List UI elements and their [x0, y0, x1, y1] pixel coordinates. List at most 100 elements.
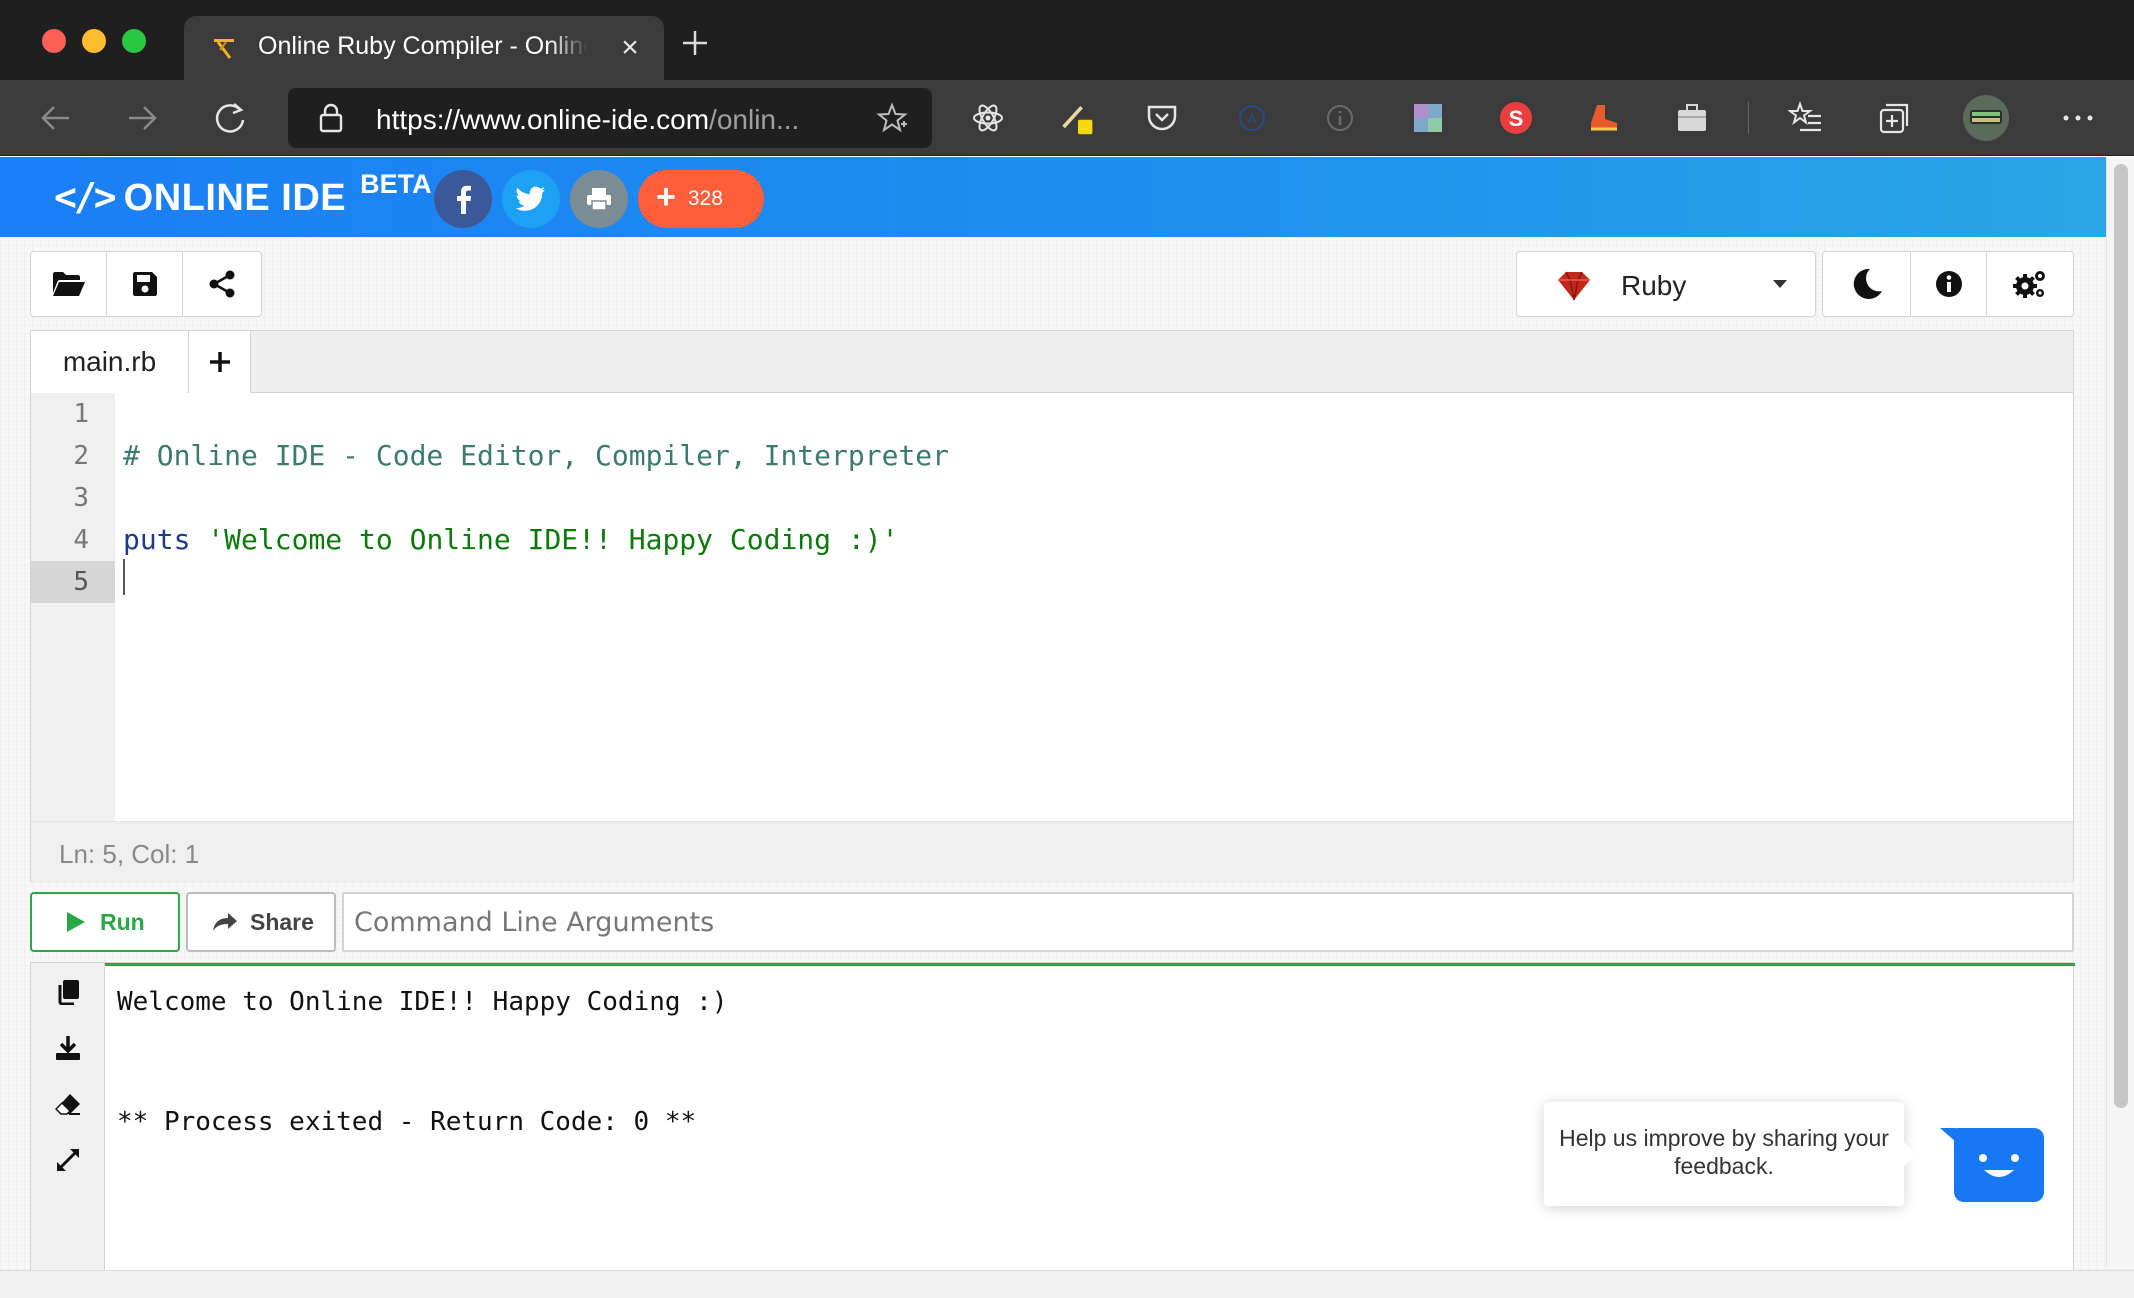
cursor-position: Ln: 5, Col: 1	[59, 839, 200, 869]
code-line-puts[interactable]: puts 'Welcome to Online IDE!! Happy Codi…	[123, 519, 898, 561]
url-text: https://www.online-ide.com/onlin...	[376, 104, 800, 135]
code-keyword: puts	[123, 523, 191, 556]
back-icon[interactable]	[38, 100, 74, 136]
share-icon	[209, 270, 235, 298]
print-icon	[587, 188, 611, 211]
browser-tab-bar: Online Ruby Compiler - Online IDE ×	[0, 0, 2134, 80]
feedback-tooltip[interactable]: Help us improve by sharing your feedback…	[1544, 1102, 1916, 1206]
beta-badge: BETA	[360, 169, 432, 199]
more-options-icon[interactable]	[2060, 100, 2096, 136]
smiley-icon	[1979, 1154, 2019, 1177]
logo-text: ONLINE IDE	[123, 177, 347, 219]
settings-button[interactable]	[1987, 252, 2073, 316]
output-toolbar	[31, 963, 105, 1271]
collections-icon[interactable]	[1876, 100, 1912, 136]
feedback-bot-button[interactable]	[1954, 1128, 2044, 1202]
save-icon	[132, 272, 157, 296]
language-select[interactable]: Ruby	[1516, 251, 1816, 317]
new-tab-icon[interactable]	[680, 28, 710, 58]
run-button-label: Run	[100, 908, 145, 935]
svg-text:S: S	[1509, 106, 1524, 131]
info-icon	[1935, 271, 1962, 297]
share-code-button[interactable]	[183, 252, 261, 316]
profile-avatar[interactable]	[1962, 94, 2010, 142]
site-favicon-icon	[214, 39, 234, 59]
info-extension-icon[interactable]	[1322, 100, 1358, 136]
minimize-window-button[interactable]	[82, 29, 106, 53]
twitter-icon	[516, 186, 545, 211]
accessibility-extension-icon[interactable]: A	[1234, 100, 1270, 136]
run-button[interactable]: Run	[30, 892, 180, 952]
code-line-comment[interactable]: # Online IDE - Code Editor, Compiler, In…	[123, 435, 949, 477]
briefcase-extension-icon[interactable]	[1674, 100, 1710, 136]
zoom-window-button[interactable]	[122, 29, 146, 53]
highlighter-extension-icon[interactable]	[1060, 100, 1096, 136]
expand-icon[interactable]	[53, 1145, 83, 1175]
color-picker-extension-icon[interactable]	[1410, 100, 1446, 136]
favorite-star-icon[interactable]	[876, 102, 908, 134]
print-button[interactable]	[570, 170, 628, 228]
facebook-icon	[457, 185, 471, 214]
file-actions-group	[30, 251, 262, 317]
favorites-icon[interactable]	[1788, 100, 1824, 136]
reload-icon[interactable]	[212, 100, 248, 136]
close-tab-icon[interactable]: ×	[616, 33, 644, 63]
output-line: ** Process exited - Return Code: 0 **	[117, 1107, 697, 1137]
line-number: 3	[73, 483, 89, 513]
boot-extension-icon[interactable]	[1586, 100, 1622, 136]
line-number: 4	[73, 525, 89, 555]
site-logo[interactable]: </> ONLINE IDE BETA	[54, 169, 432, 221]
page-bottom-strip	[0, 1270, 2134, 1298]
code-editor[interactable]: main.rb 1 2 3 4 5 # Online IDE - Code Ed…	[30, 330, 2074, 883]
line-number-gutter: 1 2 3 4 5	[31, 393, 115, 821]
add-file-tab-button[interactable]	[189, 331, 251, 393]
share-arrow-icon	[213, 913, 237, 931]
svg-text:A: A	[1248, 111, 1257, 126]
text-cursor	[123, 559, 125, 595]
output-line: Welcome to Online IDE!! Happy Coding :)	[117, 987, 728, 1017]
lock-icon	[319, 103, 343, 133]
more-share-button[interactable]: + 328	[638, 170, 764, 228]
eraser-icon[interactable]	[53, 1089, 83, 1119]
line-number-active: 5	[31, 561, 115, 603]
address-bar[interactable]: https://www.online-ide.com/onlin...	[288, 88, 932, 148]
close-window-button[interactable]	[42, 29, 66, 53]
file-tab-main-rb[interactable]: main.rb	[31, 331, 189, 393]
plus-icon: +	[656, 177, 676, 216]
moon-icon	[1853, 268, 1882, 299]
share-button-label: Share	[250, 908, 314, 935]
save-file-button[interactable]	[107, 252, 183, 316]
react-devtools-extension-icon[interactable]	[970, 100, 1006, 136]
open-file-button[interactable]	[31, 252, 107, 316]
s-extension-icon[interactable]: S	[1498, 100, 1534, 136]
browser-tab-active[interactable]: Online Ruby Compiler - Online IDE ×	[184, 16, 664, 80]
command-line-arguments-input[interactable]	[342, 892, 2074, 952]
pocket-extension-icon[interactable]	[1144, 100, 1180, 136]
code-brackets-icon: </>	[54, 175, 117, 219]
download-output-icon[interactable]	[53, 1033, 83, 1063]
code-string: 'Welcome to Online IDE!! Happy Coding :)…	[207, 523, 899, 556]
language-label: Ruby	[1621, 270, 1687, 301]
page-scrollbar-thumb[interactable]	[2114, 164, 2128, 1108]
file-tabs: main.rb	[31, 331, 2073, 393]
gear-icon	[2013, 271, 2045, 298]
site-header: </> ONLINE IDE BETA + 328	[0, 157, 2106, 237]
facebook-share-button[interactable]	[434, 170, 492, 228]
browser-toolbar: https://www.online-ide.com/onlin... A S	[0, 80, 2134, 156]
copy-output-icon[interactable]	[53, 977, 83, 1007]
chevron-down-icon	[1773, 280, 1787, 288]
info-button[interactable]	[1911, 252, 1987, 316]
share-output-button[interactable]: Share	[186, 892, 336, 952]
output-status-line	[105, 963, 2075, 966]
editor-status-bar: Ln: 5, Col: 1	[31, 821, 2073, 883]
twitter-share-button[interactable]	[502, 170, 560, 228]
ruby-icon	[1558, 271, 1590, 301]
line-number: 2	[73, 441, 89, 471]
forward-icon[interactable]	[124, 100, 160, 136]
browser-tab-title: Online Ruby Compiler - Online IDE	[258, 32, 588, 60]
feedback-text: Help us improve by sharing your feedback…	[1559, 1125, 1889, 1179]
settings-actions-group	[1822, 251, 2074, 317]
plus-icon	[209, 352, 230, 372]
dark-mode-button[interactable]	[1823, 252, 1911, 316]
play-icon	[67, 912, 85, 932]
